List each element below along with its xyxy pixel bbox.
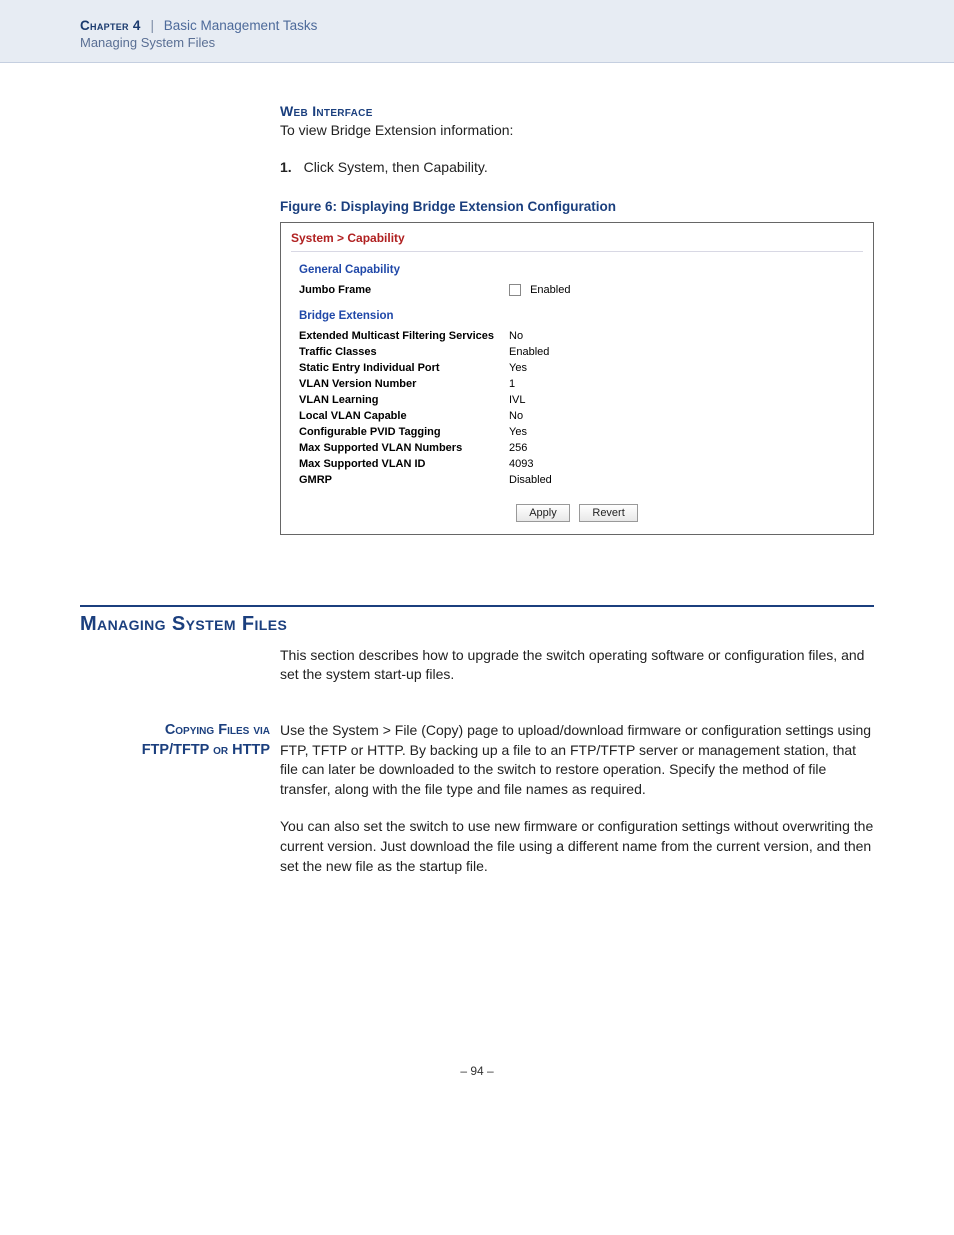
bridge-row: VLAN Version Number1 bbox=[291, 376, 863, 392]
page-header: Chapter 4 | Basic Management Tasks Manag… bbox=[0, 0, 954, 63]
revert-button[interactable]: Revert bbox=[579, 504, 637, 522]
header-subtitle: Managing System Files bbox=[80, 35, 874, 50]
figure-caption: Figure 6: Displaying Bridge Extension Co… bbox=[280, 199, 874, 214]
step-text: Click System, then Capability. bbox=[304, 159, 488, 175]
bridge-row: Static Entry Individual PortYes bbox=[291, 360, 863, 376]
bridge-row-value: No bbox=[509, 330, 523, 342]
bridge-row-value: Yes bbox=[509, 426, 527, 438]
subsection-para2: You can also set the switch to use new f… bbox=[280, 817, 874, 876]
jumbo-frame-value: Enabled bbox=[509, 284, 570, 296]
step-number: 1. bbox=[280, 159, 292, 175]
figure-breadcrumb: System > Capability bbox=[291, 231, 863, 252]
side-heading-line2: FTP/TFTP or HTTP bbox=[80, 741, 270, 761]
bridge-row-label: Traffic Classes bbox=[299, 346, 509, 358]
bridge-row: Extended Multicast Filtering ServicesNo bbox=[291, 328, 863, 344]
bridge-row: VLAN LearningIVL bbox=[291, 392, 863, 408]
bridge-row-value: No bbox=[509, 410, 523, 422]
bridge-row-label: Max Supported VLAN ID bbox=[299, 458, 509, 470]
bridge-row-label: GMRP bbox=[299, 474, 509, 486]
bridge-row-label: Static Entry Individual Port bbox=[299, 362, 509, 374]
bridge-row: Max Supported VLAN Numbers256 bbox=[291, 440, 863, 456]
bridge-row-value: Disabled bbox=[509, 474, 552, 486]
apply-button[interactable]: Apply bbox=[516, 504, 570, 522]
jumbo-frame-text: Enabled bbox=[530, 284, 570, 296]
section-intro: This section describes how to upgrade th… bbox=[280, 646, 874, 685]
web-interface-intro: To view Bridge Extension information: bbox=[280, 121, 874, 140]
separator: | bbox=[150, 18, 154, 33]
chapter-line: Chapter 4 | Basic Management Tasks bbox=[80, 18, 874, 33]
step-1: 1. Click System, then Capability. bbox=[280, 158, 874, 177]
bridge-row: Local VLAN CapableNo bbox=[291, 408, 863, 424]
subsection-para1: Use the System > File (Copy) page to upl… bbox=[280, 721, 874, 799]
bridge-row-value: 4093 bbox=[509, 458, 533, 470]
bridge-row: GMRPDisabled bbox=[291, 472, 863, 488]
subsection: Copying Files via FTP/TFTP or HTTP Use t… bbox=[80, 721, 874, 894]
general-capability-title: General Capability bbox=[299, 264, 863, 276]
section-heading: Managing System Files bbox=[80, 613, 874, 636]
page-number: – 94 – bbox=[0, 1064, 954, 1108]
chapter-label: Chapter 4 bbox=[80, 18, 141, 33]
side-heading-line1: Copying Files via bbox=[80, 721, 270, 741]
bridge-row-value: Enabled bbox=[509, 346, 549, 358]
bridge-row-label: Local VLAN Capable bbox=[299, 410, 509, 422]
jumbo-frame-checkbox[interactable] bbox=[509, 284, 521, 296]
page-content: Web Interface To view Bridge Extension i… bbox=[80, 103, 874, 894]
web-interface-heading: Web Interface bbox=[280, 103, 874, 119]
subsection-side-heading: Copying Files via FTP/TFTP or HTTP bbox=[80, 721, 280, 894]
bridge-row-value: IVL bbox=[509, 394, 526, 406]
bridge-row: Traffic ClassesEnabled bbox=[291, 344, 863, 360]
bridge-row: Max Supported VLAN ID4093 bbox=[291, 456, 863, 472]
bridge-row-value: Yes bbox=[509, 362, 527, 374]
figure-button-row: Apply Revert bbox=[291, 504, 863, 522]
section-divider: Managing System Files bbox=[80, 605, 874, 636]
chapter-title: Basic Management Tasks bbox=[164, 18, 318, 33]
bridge-row-label: Extended Multicast Filtering Services bbox=[299, 330, 509, 342]
figure-screenshot: System > Capability General Capability J… bbox=[280, 222, 874, 535]
bridge-extension-title: Bridge Extension bbox=[299, 310, 863, 322]
bridge-row-value: 256 bbox=[509, 442, 527, 454]
bridge-row-label: VLAN Version Number bbox=[299, 378, 509, 390]
bridge-row-label: VLAN Learning bbox=[299, 394, 509, 406]
jumbo-frame-label: Jumbo Frame bbox=[299, 284, 509, 296]
bridge-row: Configurable PVID TaggingYes bbox=[291, 424, 863, 440]
bridge-row-label: Configurable PVID Tagging bbox=[299, 426, 509, 438]
bridge-row-value: 1 bbox=[509, 378, 515, 390]
jumbo-frame-row: Jumbo Frame Enabled bbox=[291, 282, 863, 298]
bridge-row-label: Max Supported VLAN Numbers bbox=[299, 442, 509, 454]
